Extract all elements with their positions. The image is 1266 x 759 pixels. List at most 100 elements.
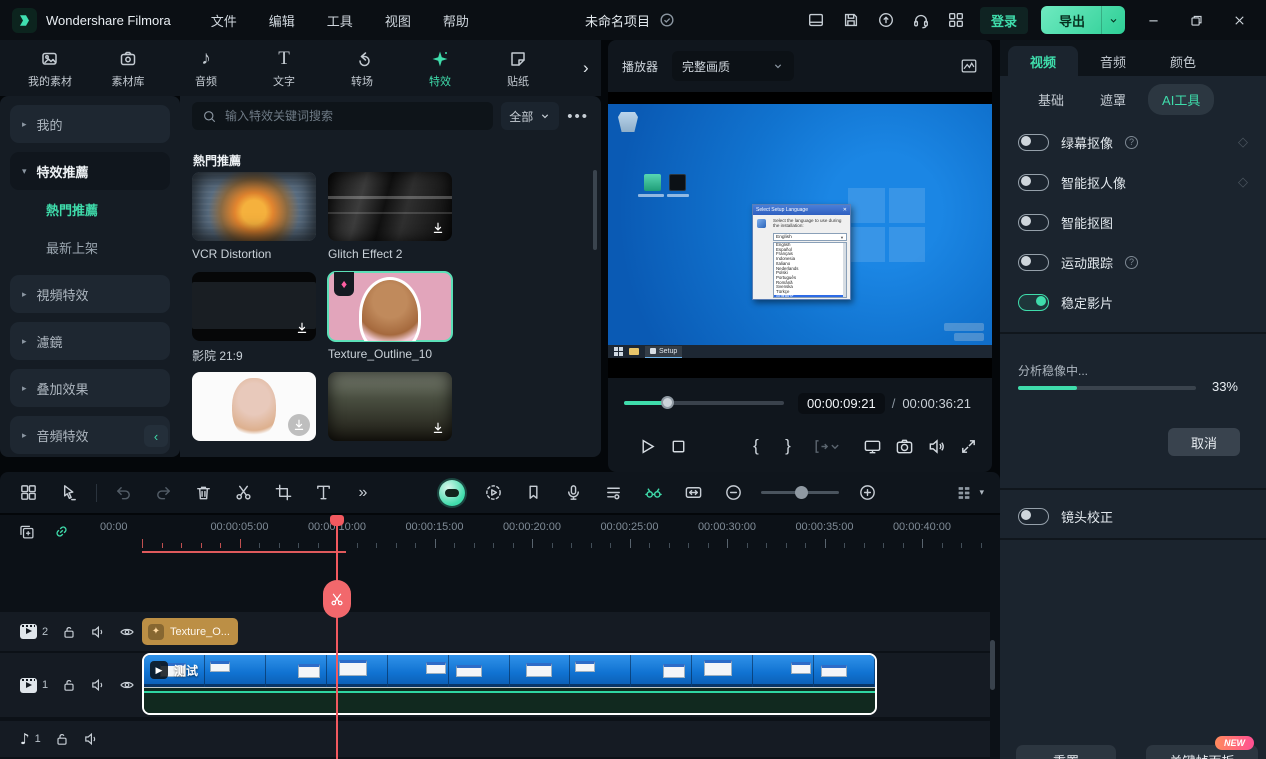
cancel-button[interactable]: 取消 bbox=[1168, 428, 1240, 456]
playhead-handle[interactable] bbox=[330, 515, 344, 526]
apps-grid-icon[interactable] bbox=[945, 9, 967, 31]
effect-thumbnail[interactable] bbox=[192, 172, 316, 241]
help-icon[interactable]: ? bbox=[1125, 256, 1138, 269]
eye-icon[interactable] bbox=[119, 624, 135, 640]
volume-button[interactable] bbox=[924, 434, 948, 458]
crop-icon[interactable] bbox=[271, 481, 295, 505]
sidebar-subitem-熱門推薦[interactable]: 熱門推薦 bbox=[0, 190, 180, 228]
effect-card[interactable]: ♦Texture_Outline_10 bbox=[328, 272, 452, 362]
subtab-AI工具[interactable]: AI工具 bbox=[1148, 84, 1214, 115]
headset-icon[interactable] bbox=[910, 9, 932, 31]
marker-icon[interactable] bbox=[521, 481, 545, 505]
quality-dropdown[interactable]: 完整画质 bbox=[672, 51, 794, 81]
menubar-item[interactable]: 帮助 bbox=[431, 7, 481, 34]
minimize-button[interactable] bbox=[1138, 5, 1168, 35]
effect-card[interactable] bbox=[192, 372, 316, 457]
mute-icon[interactable] bbox=[83, 731, 99, 747]
effect-card[interactable]: VCR Distortion bbox=[192, 172, 316, 262]
export-button[interactable]: 导出 bbox=[1041, 6, 1125, 34]
voiceover-icon[interactable] bbox=[561, 481, 585, 505]
effect-thumbnail[interactable] bbox=[328, 172, 452, 241]
more-options-icon[interactable]: ••• bbox=[567, 108, 589, 125]
scopes-icon[interactable] bbox=[960, 57, 978, 75]
fullscreen-button[interactable] bbox=[956, 434, 980, 458]
timeline-scrollbar[interactable] bbox=[990, 640, 995, 690]
zoom-slider-handle[interactable] bbox=[795, 486, 808, 499]
seek-slider[interactable] bbox=[624, 401, 784, 405]
sidebar-item-特效推薦[interactable]: ▾特效推薦 bbox=[10, 152, 170, 190]
media-tab-转场[interactable]: 转场 bbox=[338, 48, 386, 89]
smart-tool-icon[interactable] bbox=[641, 481, 665, 505]
text-tool-icon[interactable] bbox=[311, 481, 335, 505]
sidebar-item-我的[interactable]: ▸我的 bbox=[10, 105, 170, 143]
filter-dropdown[interactable]: 全部 bbox=[501, 102, 559, 130]
运动跟踪-toggle[interactable] bbox=[1018, 254, 1049, 271]
play-button[interactable] bbox=[635, 434, 659, 458]
subtab-基础[interactable]: 基础 bbox=[1024, 84, 1078, 115]
seek-handle[interactable] bbox=[661, 396, 674, 409]
effect-clip[interactable]: ✦ Texture_O... bbox=[142, 618, 238, 645]
chevron-down-icon[interactable]: ▾ bbox=[979, 487, 984, 498]
media-tab-贴纸[interactable]: 贴纸 bbox=[494, 48, 542, 89]
effect-thumbnail[interactable] bbox=[192, 272, 316, 341]
export-chevron-icon[interactable] bbox=[1101, 6, 1125, 34]
split-scissors-button[interactable] bbox=[323, 580, 351, 618]
media-tab-音频[interactable]: ♪音频 bbox=[182, 48, 230, 89]
effect-card[interactable]: 影院 21:9 bbox=[192, 272, 316, 362]
search-box[interactable] bbox=[192, 102, 493, 130]
lock-icon[interactable] bbox=[61, 677, 77, 693]
login-button[interactable]: 登录 bbox=[980, 7, 1028, 34]
media-tab-我的素材[interactable]: 我的素材 bbox=[26, 48, 74, 89]
secondary-display-button[interactable] bbox=[860, 434, 884, 458]
close-button[interactable] bbox=[1224, 5, 1254, 35]
menubar-item[interactable]: 文件 bbox=[199, 7, 249, 34]
grid-view-icon[interactable] bbox=[16, 481, 40, 505]
search-input[interactable] bbox=[225, 109, 483, 123]
select-tool-icon[interactable] bbox=[56, 481, 80, 505]
effect-card[interactable] bbox=[328, 372, 452, 457]
audio-mixer-icon[interactable] bbox=[601, 481, 625, 505]
save-icon[interactable] bbox=[840, 9, 862, 31]
time-ruler[interactable]: 00:0000:00:05:0000:00:10:0000:00:15:0000… bbox=[0, 515, 1000, 553]
lock-icon[interactable] bbox=[61, 624, 77, 640]
稳定影片-toggle[interactable] bbox=[1018, 294, 1049, 311]
lock-icon[interactable] bbox=[54, 731, 70, 747]
zoom-out-icon[interactable] bbox=[721, 481, 745, 505]
sidebar-subitem-最新上架[interactable]: 最新上架 bbox=[0, 228, 180, 266]
tab-视频[interactable]: 视频 bbox=[1008, 46, 1078, 76]
ai-assistant-icon[interactable] bbox=[439, 480, 465, 506]
sidebar-item-濾鏡[interactable]: ▸濾鏡 bbox=[10, 322, 170, 360]
effect-thumbnail[interactable] bbox=[192, 372, 316, 441]
sidebar-collapse-button[interactable]: ‹ bbox=[144, 425, 168, 447]
download-icon[interactable] bbox=[430, 220, 446, 236]
mark-in-button[interactable]: { bbox=[744, 434, 768, 458]
effect-card[interactable]: Glitch Effect 2 bbox=[328, 172, 452, 262]
delete-icon[interactable] bbox=[191, 481, 215, 505]
more-tools-icon[interactable]: » bbox=[351, 481, 375, 505]
智能抠人像-toggle[interactable] bbox=[1018, 174, 1049, 191]
tab-颜色[interactable]: 颜色 bbox=[1148, 46, 1218, 76]
subtab-遮罩[interactable]: 遮罩 bbox=[1086, 84, 1140, 115]
lens-correction-toggle[interactable] bbox=[1018, 508, 1049, 525]
reset-button[interactable]: 重置 bbox=[1016, 745, 1116, 759]
mute-icon[interactable] bbox=[90, 677, 106, 693]
media-tab-素材库[interactable]: 素材库 bbox=[104, 48, 152, 89]
menubar-item[interactable]: 视图 bbox=[373, 7, 423, 34]
mute-icon[interactable] bbox=[90, 624, 106, 640]
playhead[interactable] bbox=[336, 515, 338, 759]
fit-timeline-icon[interactable] bbox=[681, 481, 705, 505]
media-tab-特效[interactable]: 特效 bbox=[416, 48, 464, 89]
restore-button[interactable] bbox=[1181, 5, 1211, 35]
menubar-item[interactable]: 编辑 bbox=[257, 7, 307, 34]
stop-button[interactable] bbox=[666, 434, 690, 458]
insert-chevron-icon[interactable] bbox=[828, 434, 842, 458]
undo-icon[interactable] bbox=[111, 481, 135, 505]
media-tab-文字[interactable]: T文字 bbox=[260, 48, 308, 89]
智能抠图-toggle[interactable] bbox=[1018, 214, 1049, 231]
help-icon[interactable]: ? bbox=[1125, 136, 1138, 149]
split-icon[interactable] bbox=[231, 481, 255, 505]
snapshot-button[interactable] bbox=[892, 434, 916, 458]
download-icon[interactable] bbox=[294, 320, 310, 336]
sidebar-item-視頻特效[interactable]: ▸視頻特效 bbox=[10, 275, 170, 313]
sidebar-item-叠加效果[interactable]: ▸叠加效果 bbox=[10, 369, 170, 407]
